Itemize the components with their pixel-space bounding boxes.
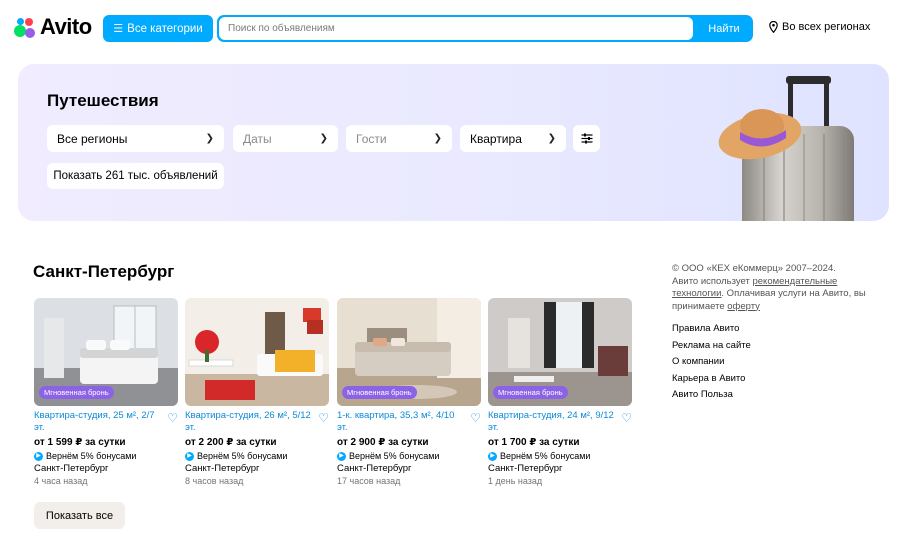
copyright-text: © ООО «КЕХ еКоммерц» 2007–2024. [672,263,836,274]
footer-copyright: © ООО «КЕХ еКоммерц» 2007–2024. Авито ис… [672,263,882,313]
bonus-text: Вернём 5% бонусами [349,451,440,461]
avito-logo[interactable]: Avito [14,14,92,40]
bonus-line: ▶ Вернём 5% бонусами [34,451,178,461]
listing-card[interactable]: Мгновенная бронь Квартира-студия, 24 м²,… [488,298,632,486]
offer-link[interactable]: оферту [727,301,760,312]
chevron-down-icon: ❯ [547,133,556,144]
sliders-icon [581,133,592,144]
listing-price: от 1 700 ₽ за сутки [488,437,580,448]
bonus-icon: ▶ [34,451,43,461]
listing-city: Санкт-Петербург [488,463,563,474]
listing-time: 1 день назад [488,476,543,486]
listing-title-link[interactable]: 1-к. квартира, 35,3 м², 4/10 эт. [337,410,467,434]
listing-city: Санкт-Петербург [337,463,412,474]
logo-dots-icon [14,16,36,38]
banner-title: Путешествия [47,91,159,110]
listing-price: от 2 200 ₽ за сутки [185,437,277,448]
listing-photo[interactable]: Мгновенная бронь [34,298,178,406]
recommendation-text: Авито использует [672,275,750,287]
bonus-line: ▶ Вернём 5% бонусами [488,451,632,461]
bonus-icon: ▶ [488,451,497,461]
instant-booking-badge: Мгновенная бронь [39,386,114,399]
chevron-down-icon: ❯ [205,133,214,144]
search-button[interactable]: Найти [695,15,753,42]
region-selector[interactable]: Во всех регионах [769,21,870,33]
favorite-heart-icon[interactable]: ♡ [167,411,178,425]
listing-title-link[interactable]: Квартира-студия, 24 м², 9/12 эт. [488,410,618,434]
filters-button[interactable] [573,125,600,152]
menu-search-icon: ☰ [113,23,124,35]
all-categories-label: Все категории [127,22,203,35]
favorite-heart-icon[interactable]: ♡ [318,411,329,425]
listing-photo[interactable] [185,298,329,406]
guests-select[interactable]: Гости ❯ [346,125,452,152]
region-select[interactable]: Все регионы ❯ [47,125,224,152]
bonus-icon: ▶ [185,451,194,461]
footer-link-advertising[interactable]: Реклама на сайте [672,340,882,353]
listing-card[interactable]: Квартира-студия, 26 м², 5/12 эт. ♡ от 2 … [185,298,329,486]
property-type-value: Квартира [470,131,522,146]
suitcase-hat-illustration [718,76,854,221]
listing-city: Санкт-Петербург [185,463,260,474]
instant-booking-badge: Мгновенная бронь [493,386,568,399]
location-pin-icon [769,21,778,33]
region-select-value: Все регионы [57,131,128,146]
bonus-line: ▶ Вернём 5% бонусами [337,451,481,461]
footer-links: Правила Авито Реклама на сайте О компани… [672,323,882,402]
region-label: Во всех регионах [782,21,871,33]
listing-time: 8 часов назад [185,476,244,486]
listing-time: 4 часа назад [34,476,88,486]
listing-title-link[interactable]: Квартира-студия, 25 м², 2/7 эт. [34,410,164,434]
listing-card[interactable]: Мгновенная бронь 1-к. квартира, 35,3 м²,… [337,298,481,486]
favorite-heart-icon[interactable]: ♡ [621,411,632,425]
bonus-icon: ▶ [337,451,346,461]
bonus-text: Вернём 5% бонусами [500,451,591,461]
dates-select[interactable]: Даты ❯ [233,125,338,152]
instant-booking-badge: Мгновенная бронь [342,386,417,399]
travel-banner: Путешествия Все регионы ❯ Даты ❯ Гости ❯… [18,64,889,221]
footer-info: © ООО «КЕХ еКоммерц» 2007–2024. Авито ис… [672,263,882,406]
all-categories-button[interactable]: ☰ Все категории [103,15,213,42]
search-bar: Найти [217,15,753,42]
bonus-text: Вернём 5% бонусами [46,451,137,461]
chevron-down-icon: ❯ [319,133,328,144]
bonus-line: ▶ Вернём 5% бонусами [185,451,329,461]
logo-text: Avito [40,14,92,39]
listing-photo[interactable]: Мгновенная бронь [337,298,481,406]
property-type-select[interactable]: Квартира ❯ [460,125,566,152]
search-input[interactable] [219,17,693,40]
section-title: Санкт-Петербург [33,262,175,281]
listing-price: от 2 900 ₽ за сутки [337,437,429,448]
footer-link-rules[interactable]: Правила Авито [672,323,882,336]
listing-title-link[interactable]: Квартира-студия, 26 м², 5/12 эт. [185,410,315,434]
show-all-button[interactable]: Показать все [34,502,125,529]
header: Avito ☰ Все категории Найти Во всех реги… [0,0,900,58]
listing-time: 17 часов назад [337,476,401,486]
dates-select-value: Даты [243,131,272,146]
listing-price: от 1 599 ₽ за сутки [34,437,126,448]
footer-link-avito-benefit[interactable]: Авито Польза [672,389,882,402]
listing-card[interactable]: Мгновенная бронь Квартира-студия, 25 м²,… [34,298,178,486]
bonus-text: Вернём 5% бонусами [197,451,288,461]
listing-photo[interactable]: Мгновенная бронь [488,298,632,406]
guests-select-value: Гости [356,131,387,146]
show-results-button[interactable]: Показать 261 тыс. объявлений [47,163,224,189]
footer-link-about[interactable]: О компании [672,356,882,369]
apartment-photo-image [185,298,329,406]
footer-link-careers[interactable]: Карьера в Авито [672,373,882,386]
favorite-heart-icon[interactable]: ♡ [470,411,481,425]
listing-city: Санкт-Петербург [34,463,109,474]
chevron-down-icon: ❯ [433,133,442,144]
